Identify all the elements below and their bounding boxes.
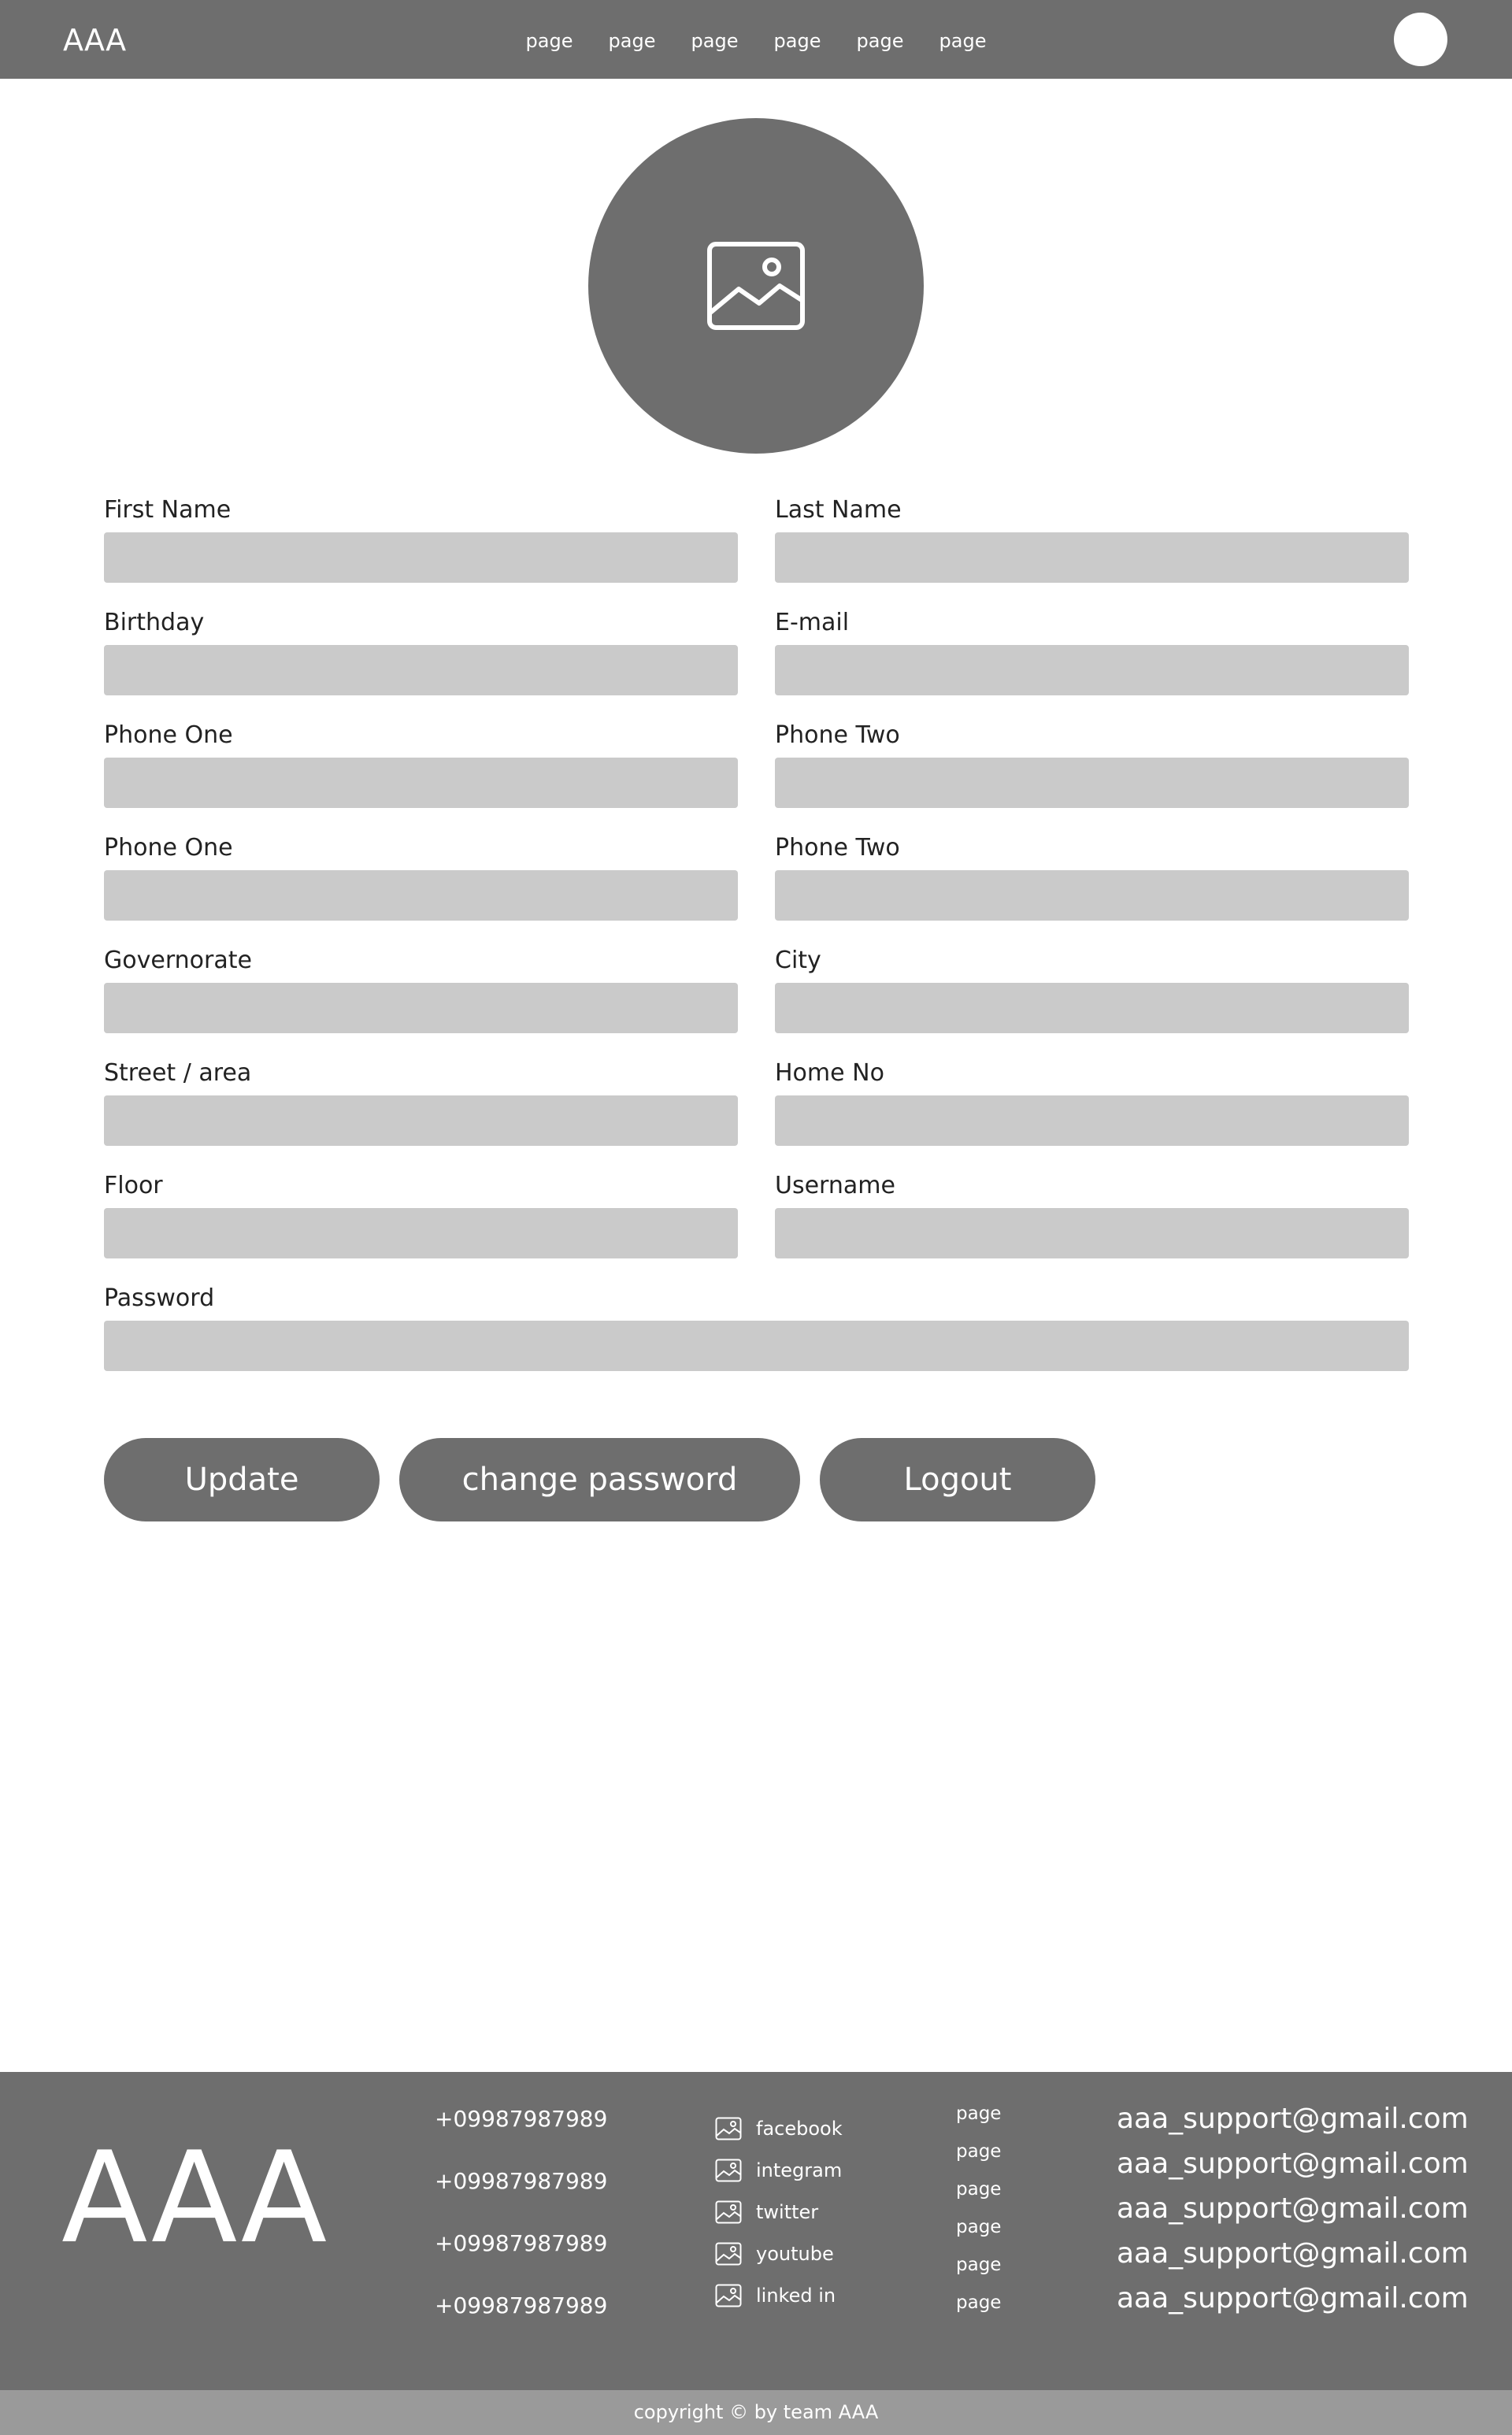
username-input[interactable] xyxy=(775,1208,1409,1258)
governorate-label: Governorate xyxy=(104,947,252,974)
floor-group: Floor xyxy=(104,1170,738,1258)
footer-logo: AAA xyxy=(61,2124,328,2271)
birthday-group: Birthday xyxy=(104,607,738,695)
phone-one-input-2[interactable] xyxy=(104,870,738,921)
footer-phone[interactable]: +09987987989 xyxy=(435,2229,607,2292)
home-no-group: Home No xyxy=(775,1058,1409,1146)
footer-email-list: aaa_support@gmail.com aaa_support@gmail.… xyxy=(1117,2102,1469,2326)
social-label: facebook xyxy=(756,2117,843,2140)
footer-phone[interactable]: +09987987989 xyxy=(435,2105,607,2167)
last-name-label: Last Name xyxy=(775,496,902,524)
update-button[interactable]: Update xyxy=(104,1438,380,1521)
nav-link-page-3[interactable]: page xyxy=(673,25,756,57)
phone-one-label-1: Phone One xyxy=(104,721,233,749)
social-label: integram xyxy=(756,2159,843,2181)
city-group: City xyxy=(775,945,1409,1033)
nav-link-page-5[interactable]: page xyxy=(839,25,921,57)
footer-social-list: facebook integram twitter youtube linked… xyxy=(715,2107,843,2316)
home-no-label: Home No xyxy=(775,1059,884,1087)
footer-email[interactable]: aaa_support@gmail.com xyxy=(1117,2192,1469,2237)
logout-button[interactable]: Logout xyxy=(820,1438,1095,1521)
social-link-youtube[interactable]: youtube xyxy=(715,2233,843,2274)
email-group: E-mail xyxy=(775,607,1409,695)
image-icon xyxy=(715,2159,742,2181)
social-label: twitter xyxy=(756,2200,819,2223)
image-icon xyxy=(715,2284,742,2307)
footer-phone[interactable]: +09987987989 xyxy=(435,2167,607,2229)
social-label: youtube xyxy=(756,2242,834,2265)
floor-label: Floor xyxy=(104,1172,163,1199)
street-group: Street / area xyxy=(104,1058,738,1146)
social-link-twitter[interactable]: twitter xyxy=(715,2191,843,2233)
footer-page-link[interactable]: page xyxy=(956,2253,1001,2291)
site-logo[interactable]: AAA xyxy=(63,20,126,60)
phone-two-input-1[interactable] xyxy=(775,758,1409,808)
copyright-bar: copyright © by team AAA xyxy=(0,2390,1512,2435)
footer-page-links: page page page page page page xyxy=(956,2102,1001,2329)
password-label: Password xyxy=(104,1284,215,1312)
footer: AAA +09987987989 +09987987989 +099879879… xyxy=(0,2072,1512,2390)
phone-one-group-1: Phone One xyxy=(104,720,738,808)
city-input[interactable] xyxy=(775,983,1409,1033)
top-navbar: AAA page page page page page page xyxy=(0,0,1512,79)
change-password-button[interactable]: change password xyxy=(399,1438,800,1521)
main-nav: page page page page page page xyxy=(508,25,1004,57)
home-no-input[interactable] xyxy=(775,1095,1409,1146)
image-icon xyxy=(715,2242,742,2265)
first-name-input[interactable] xyxy=(104,532,738,583)
nav-link-page-6[interactable]: page xyxy=(921,25,1004,57)
last-name-group: Last Name xyxy=(775,495,1409,583)
phone-two-input-2[interactable] xyxy=(775,870,1409,921)
footer-email[interactable]: aaa_support@gmail.com xyxy=(1117,2147,1469,2192)
email-label: E-mail xyxy=(775,609,850,636)
footer-email[interactable]: aaa_support@gmail.com xyxy=(1117,2281,1469,2326)
user-avatar[interactable] xyxy=(1394,13,1447,66)
governorate-input[interactable] xyxy=(104,983,738,1033)
username-group: Username xyxy=(775,1170,1409,1258)
nav-link-page-1[interactable]: page xyxy=(508,25,591,57)
email-input[interactable] xyxy=(775,645,1409,695)
social-link-facebook[interactable]: facebook xyxy=(715,2107,843,2149)
governorate-group: Governorate xyxy=(104,945,738,1033)
footer-page-link[interactable]: page xyxy=(956,2177,1001,2215)
footer-email[interactable]: aaa_support@gmail.com xyxy=(1117,2102,1469,2147)
phone-one-group-2: Phone One xyxy=(104,832,738,921)
street-input[interactable] xyxy=(104,1095,738,1146)
phone-two-group-2: Phone Two xyxy=(775,832,1409,921)
footer-page-link[interactable]: page xyxy=(956,2140,1001,2177)
footer-page-link[interactable]: page xyxy=(956,2102,1001,2140)
phone-one-input-1[interactable] xyxy=(104,758,738,808)
footer-phone-list: +09987987989 +09987987989 +09987987989 +… xyxy=(435,2105,607,2354)
image-icon xyxy=(715,2117,742,2140)
birthday-input[interactable] xyxy=(104,645,738,695)
birthday-label: Birthday xyxy=(104,609,205,636)
footer-phone[interactable]: +09987987989 xyxy=(435,2292,607,2354)
footer-page-link[interactable]: page xyxy=(956,2215,1001,2253)
first-name-label: First Name xyxy=(104,496,232,524)
profile-picture[interactable] xyxy=(588,118,924,454)
phone-one-label-2: Phone One xyxy=(104,834,233,862)
nav-link-page-4[interactable]: page xyxy=(756,25,839,57)
phone-two-label-2: Phone Two xyxy=(775,834,900,862)
social-link-linkedin[interactable]: linked in xyxy=(715,2274,843,2316)
city-label: City xyxy=(775,947,821,974)
footer-page-link[interactable]: page xyxy=(956,2291,1001,2329)
first-name-group: First Name xyxy=(104,495,738,583)
image-placeholder-icon xyxy=(707,242,805,330)
phone-two-label-1: Phone Two xyxy=(775,721,900,749)
image-icon xyxy=(715,2200,742,2223)
last-name-input[interactable] xyxy=(775,532,1409,583)
username-label: Username xyxy=(775,1172,895,1199)
social-link-integram[interactable]: integram xyxy=(715,2149,843,2191)
social-label: linked in xyxy=(756,2284,836,2307)
password-input[interactable] xyxy=(104,1321,1409,1371)
footer-email[interactable]: aaa_support@gmail.com xyxy=(1117,2237,1469,2281)
phone-two-group-1: Phone Two xyxy=(775,720,1409,808)
nav-link-page-2[interactable]: page xyxy=(591,25,673,57)
street-label: Street / area xyxy=(104,1059,252,1087)
password-group: Password xyxy=(104,1283,1409,1371)
floor-input[interactable] xyxy=(104,1208,738,1258)
